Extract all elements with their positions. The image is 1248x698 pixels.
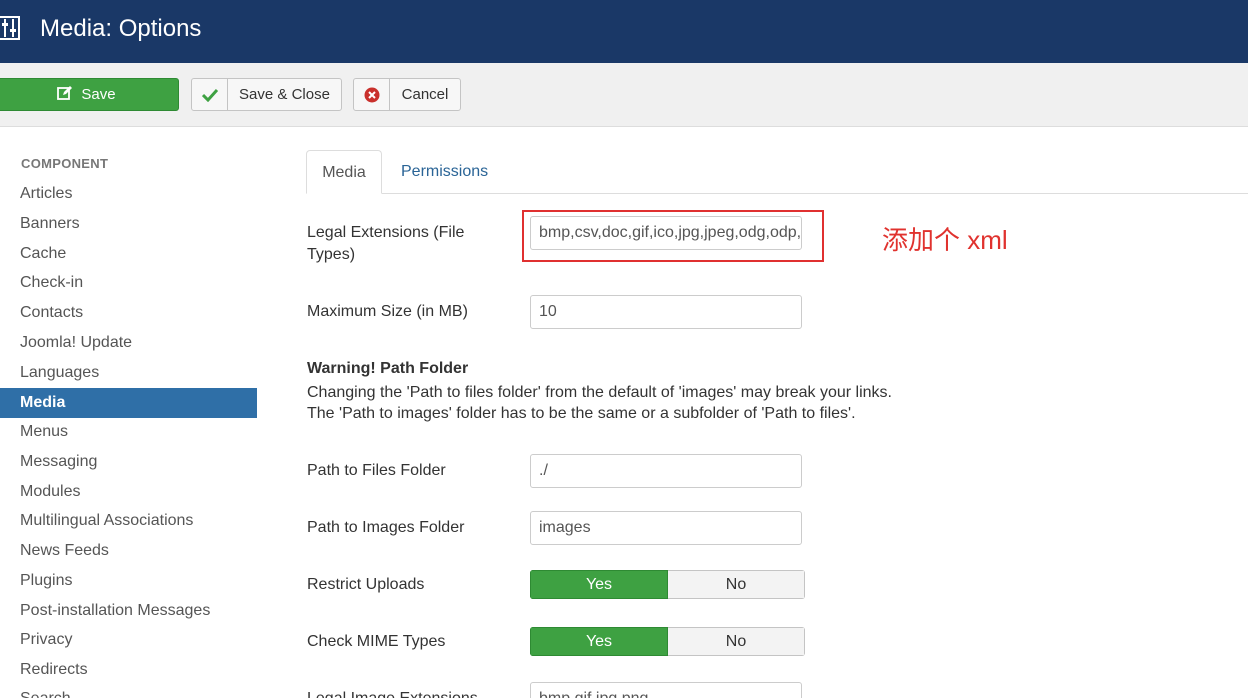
options-tabs: Media Permissions — [306, 150, 1248, 194]
sidebar-heading: COMPONENT — [21, 156, 109, 171]
save-button[interactable]: Save — [0, 78, 179, 111]
sidebar-item-cache[interactable]: Cache — [0, 239, 257, 269]
restrict-uploads-label: Restrict Uploads — [307, 576, 425, 593]
sidebar-item-media[interactable]: Media — [0, 388, 257, 418]
sidebar-item-joomla-update[interactable]: Joomla! Update — [0, 328, 257, 358]
path-files-input[interactable]: ./ — [530, 454, 802, 488]
warning-title: Warning! Path Folder — [307, 360, 469, 377]
legal-extensions-label: Legal Extensions (File Types) — [307, 222, 464, 266]
save-close-button[interactable]: Save & Close — [191, 78, 342, 111]
annotation-note: 添加个 xml — [882, 225, 1008, 255]
restrict-uploads-toggle: Yes No — [530, 570, 805, 599]
sidebar-item-languages[interactable]: Languages — [0, 358, 257, 388]
sidebar-item-banners[interactable]: Banners — [0, 209, 257, 239]
sidebar-item-search[interactable]: Search — [0, 684, 257, 698]
path-images-label: Path to Images Folder — [307, 519, 465, 536]
sidebar-item-menus[interactable]: Menus — [0, 417, 257, 447]
sidebar-item-check-in[interactable]: Check-in — [0, 268, 257, 298]
restrict-uploads-no[interactable]: No — [668, 570, 805, 599]
sidebar-item-articles[interactable]: Articles — [0, 179, 257, 209]
toolbar: Save Save & Close Cancel — [0, 63, 1248, 127]
sidebar-item-messaging[interactable]: Messaging — [0, 447, 257, 477]
sidebar-item-privacy[interactable]: Privacy — [0, 625, 257, 655]
save-close-label: Save & Close — [239, 86, 330, 103]
options-sliders-icon — [0, 16, 20, 40]
component-sidebar: COMPONENT Articles Banners Cache Check-i… — [0, 127, 257, 698]
legal-image-extensions-label: Legal Image Extensions — [307, 688, 478, 698]
warning-text-line1: Changing the 'Path to files folder' from… — [307, 384, 892, 401]
sidebar-item-contacts[interactable]: Contacts — [0, 298, 257, 328]
checkmark-icon — [192, 79, 228, 110]
highlight-box — [522, 210, 824, 262]
max-size-input[interactable]: 10 — [530, 295, 802, 329]
legal-extensions-label-line1: Legal Extensions (File — [307, 224, 465, 241]
sidebar-item-redirects[interactable]: Redirects — [0, 655, 257, 685]
page-title: Media: Options — [40, 15, 202, 42]
sidebar-item-multilingual-associations[interactable]: Multilingual Associations — [0, 506, 257, 536]
restrict-uploads-yes[interactable]: Yes — [530, 570, 668, 599]
path-files-label: Path to Files Folder — [307, 462, 446, 479]
max-size-label: Maximum Size (in MB) — [307, 303, 468, 320]
sidebar-item-news-feeds[interactable]: News Feeds — [0, 536, 257, 566]
check-mime-label: Check MIME Types — [307, 633, 446, 650]
edit-icon — [57, 85, 73, 105]
page-header: Media: Options — [0, 0, 1248, 63]
tab-media[interactable]: Media — [306, 150, 382, 194]
cancel-circle-icon — [354, 79, 390, 110]
check-mime-no[interactable]: No — [668, 627, 805, 656]
cancel-button[interactable]: Cancel — [353, 78, 461, 111]
legal-image-extensions-input[interactable]: bmp,gif,jpg,png — [530, 682, 802, 698]
check-mime-toggle: Yes No — [530, 627, 805, 656]
sidebar-item-plugins[interactable]: Plugins — [0, 566, 257, 596]
sidebar-item-modules[interactable]: Modules — [0, 477, 257, 507]
cancel-label: Cancel — [401, 86, 449, 103]
sidebar-item-post-installation-messages[interactable]: Post-installation Messages — [0, 596, 257, 626]
warning-text-line2: The 'Path to images' folder has to be th… — [307, 405, 856, 422]
tab-permissions[interactable]: Permissions — [386, 150, 503, 194]
check-mime-yes[interactable]: Yes — [530, 627, 668, 656]
save-button-label: Save — [81, 86, 116, 103]
legal-extensions-label-line2: Types) — [307, 246, 356, 263]
path-images-input[interactable]: images — [530, 511, 802, 545]
